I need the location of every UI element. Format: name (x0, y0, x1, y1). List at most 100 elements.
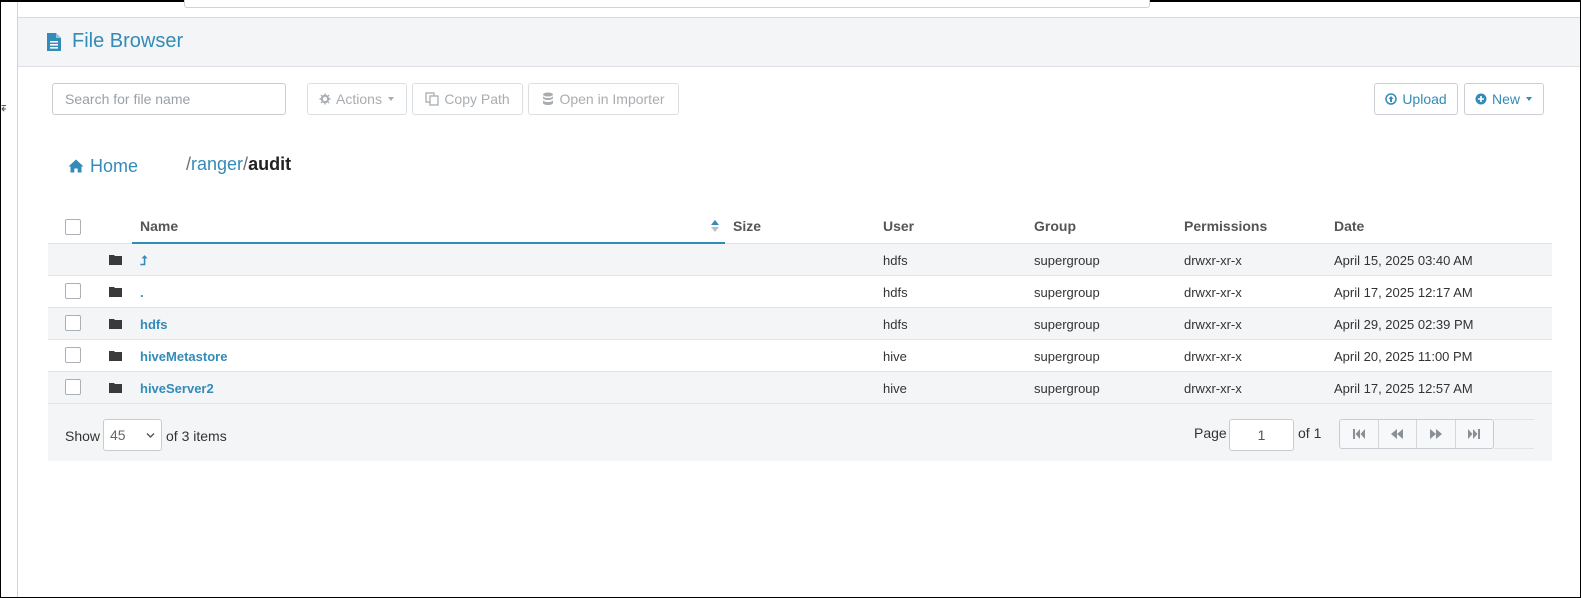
select-all-checkbox[interactable] (65, 219, 81, 235)
home-link[interactable]: Home (68, 156, 138, 177)
open-in-importer-label: Open in Importer (559, 91, 665, 107)
left-sidebar-strip: ⇄ (1, 2, 18, 597)
file-text-icon (47, 33, 61, 51)
size-column-header[interactable]: Size (733, 218, 761, 234)
file-user: hdfs (883, 285, 908, 300)
next-page-button[interactable] (1417, 420, 1456, 448)
home-label: Home (90, 155, 139, 176)
file-group: supergroup (1034, 381, 1100, 396)
table-row[interactable]: hiveMetastore hive supergroup drwxr-xr-x… (48, 340, 1552, 372)
pagination-spacer (1494, 419, 1534, 449)
file-permissions: drwxr-xr-x (1184, 285, 1242, 300)
file-permissions: drwxr-xr-x (1184, 381, 1242, 396)
upload-label: Upload (1402, 91, 1447, 107)
caret-down-icon (387, 97, 394, 101)
file-name-link[interactable]: hiveServer2 (140, 381, 214, 396)
page-number-input[interactable] (1229, 419, 1294, 451)
upload-button[interactable]: Upload (1374, 83, 1458, 115)
browser-frame: ⇄ File Browser Actions Copy Path Open in… (0, 0, 1581, 598)
page-header: File Browser (18, 18, 1580, 67)
file-browser-main: Actions Copy Path Open in Importer Uploa… (18, 68, 1580, 597)
breadcrumb: Home /ranger/audit (68, 152, 291, 180)
table-row[interactable]: hiveServer2 hive supergroup drwxr-xr-x A… (48, 372, 1552, 404)
file-date: April 20, 2025 11:00 PM (1334, 349, 1473, 364)
forward-icon (1429, 429, 1442, 439)
table-row[interactable]: ⮥ hdfs supergroup drwxr-xr-x April 15, 2… (48, 244, 1552, 276)
page-title: File Browser (72, 30, 184, 52)
file-user: hive (883, 349, 907, 364)
breadcrumb-path: /ranger/audit (186, 154, 291, 175)
last-page-button[interactable] (1456, 420, 1494, 448)
file-group: supergroup (1034, 253, 1100, 268)
name-column-header[interactable]: Name (140, 218, 178, 234)
table-row[interactable]: . hdfs supergroup drwxr-xr-x April 17, 2… (48, 276, 1552, 308)
folder-icon (109, 287, 122, 297)
sidebar-edge-icon: ⇄ (1, 100, 6, 114)
date-column-header[interactable]: Date (1334, 218, 1364, 234)
top-search-input[interactable] (184, 0, 1150, 8)
database-icon (543, 92, 554, 105)
folder-icon (109, 351, 122, 361)
page-size-value: 45 (110, 427, 126, 443)
actions-button[interactable]: Actions (307, 83, 407, 115)
gear-icon (319, 93, 331, 105)
file-name-link[interactable]: hdfs (140, 317, 167, 332)
copy-path-button[interactable]: Copy Path (412, 83, 523, 115)
last-page-icon (1468, 429, 1481, 439)
folder-icon (109, 319, 122, 329)
user-column-header[interactable]: User (883, 218, 914, 234)
permissions-column-header[interactable]: Permissions (1184, 218, 1267, 234)
show-label: Show (65, 428, 101, 444)
sort-ascending-icon[interactable] (710, 219, 720, 233)
file-permissions: drwxr-xr-x (1184, 317, 1242, 332)
file-group: supergroup (1034, 317, 1100, 332)
file-permissions: drwxr-xr-x (1184, 253, 1242, 268)
actions-label: Actions (336, 91, 382, 107)
file-date: April 15, 2025 03:40 AM (1334, 253, 1473, 268)
file-date: April 17, 2025 12:57 AM (1334, 381, 1473, 396)
copy-icon (425, 92, 439, 106)
breadcrumb-current: audit (248, 154, 292, 174)
open-in-importer-button[interactable]: Open in Importer (528, 83, 679, 115)
file-name-link[interactable]: hiveMetastore (140, 349, 227, 364)
upload-circle-icon (1385, 93, 1398, 105)
file-group: supergroup (1034, 285, 1100, 300)
first-page-icon (1352, 429, 1365, 439)
file-permissions: drwxr-xr-x (1184, 349, 1242, 364)
top-bar (18, 0, 1580, 18)
row-checkbox[interactable] (65, 283, 81, 299)
folder-icon (109, 255, 122, 265)
row-checkbox[interactable] (65, 347, 81, 363)
new-label: New (1491, 91, 1520, 107)
new-button[interactable]: New (1464, 83, 1544, 115)
table-header: Name Size User Group Permissions Date (48, 208, 1552, 244)
first-page-button[interactable] (1340, 420, 1379, 448)
item-count-label: of 3 items (166, 428, 227, 444)
file-user: hdfs (883, 253, 908, 268)
copy-path-label: Copy Path (444, 91, 510, 107)
file-group: supergroup (1034, 349, 1100, 364)
page-total-label: of 1 (1298, 425, 1322, 441)
breadcrumb-parent-link[interactable]: ranger (191, 154, 243, 174)
backward-icon (1391, 429, 1404, 439)
page-label: Page (1194, 425, 1227, 441)
file-table: Name Size User Group Permissions Date ⮥ … (48, 208, 1552, 461)
chevron-down-icon (146, 432, 155, 438)
row-checkbox[interactable] (65, 315, 81, 331)
row-checkbox[interactable] (65, 379, 81, 395)
file-name-link[interactable]: . (140, 285, 144, 300)
plus-circle-icon (1475, 93, 1487, 105)
search-input[interactable] (52, 83, 286, 115)
table-row[interactable]: hdfs hdfs supergroup drwxr-xr-x April 29… (48, 308, 1552, 340)
file-date: April 17, 2025 12:17 AM (1334, 285, 1473, 300)
previous-page-button[interactable] (1379, 420, 1417, 448)
file-name-link[interactable]: ⮥ (140, 253, 148, 269)
group-column-header[interactable]: Group (1034, 218, 1076, 234)
home-icon (68, 159, 84, 173)
pagination-controls (1339, 419, 1494, 449)
file-user: hdfs (883, 317, 908, 332)
file-user: hive (883, 381, 907, 396)
table-footer: Show 45 of 3 items Page of 1 (48, 404, 1552, 461)
file-date: April 29, 2025 02:39 PM (1334, 317, 1474, 332)
page-size-select[interactable]: 45 (103, 419, 162, 451)
